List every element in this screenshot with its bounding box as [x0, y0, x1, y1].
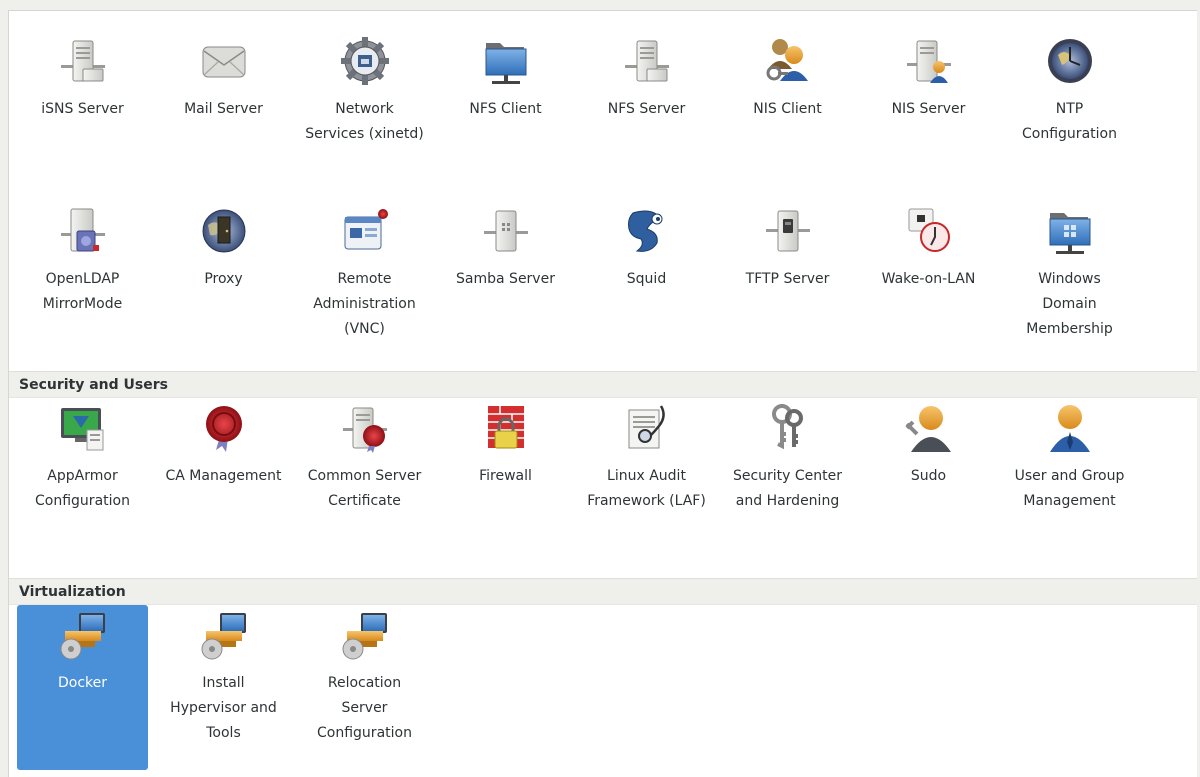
- module-user-group-management[interactable]: User and Group Management: [1004, 398, 1135, 578]
- module-grid-network-row2: OpenLDAP MirrorMode Proxy Remote Adminis…: [9, 191, 1197, 371]
- wake-on-lan-icon: [903, 205, 955, 257]
- module-label: Relocation Server Configuration: [317, 675, 412, 741]
- clock-globe-icon: [1044, 35, 1096, 87]
- section-title-security: Security and Users: [9, 371, 1197, 398]
- module-common-server-certificate[interactable]: Common Server Certificate: [299, 398, 430, 578]
- server-icon: [621, 35, 673, 87]
- module-apparmor-configuration[interactable]: AppArmor Configuration: [17, 398, 148, 578]
- module-linux-audit-framework[interactable]: Linux Audit Framework (LAF): [581, 398, 712, 578]
- module-proxy[interactable]: Proxy: [158, 201, 289, 371]
- install-computer-icon: [339, 609, 391, 661]
- users-keys-icon: [762, 35, 814, 87]
- section-security-and-users: Security and Users AppArmor Configuratio…: [9, 371, 1197, 578]
- squid-icon: [621, 205, 673, 257]
- module-grid-virtualization: Docker Install Hypervisor and Tools Relo…: [9, 605, 1197, 770]
- section-title-virtualization: Virtualization: [9, 578, 1197, 605]
- module-sudo[interactable]: Sudo: [863, 398, 994, 578]
- module-remote-administration-vnc[interactable]: Remote Administration (VNC): [299, 201, 430, 371]
- tftp-server-icon: [762, 205, 814, 257]
- module-label: TFTP Server: [745, 271, 830, 287]
- module-label: AppArmor Configuration: [35, 468, 130, 509]
- module-mail-server[interactable]: Mail Server: [158, 31, 289, 191]
- remote-window-icon: [339, 205, 391, 257]
- module-label: Common Server Certificate: [307, 468, 422, 509]
- module-label: Windows Domain Membership: [1026, 271, 1113, 337]
- module-label: Proxy: [204, 271, 243, 287]
- ldap-server-icon: [57, 205, 109, 257]
- module-wake-on-lan[interactable]: Wake-on-LAN: [863, 201, 994, 371]
- module-label: NFS Client: [469, 101, 542, 117]
- module-label: Network Services (xinetd): [305, 101, 424, 142]
- module-grid-security: AppArmor Configuration CA Management Com…: [9, 398, 1197, 578]
- module-ntp-configuration[interactable]: NTP Configuration: [1004, 31, 1135, 191]
- module-samba-server[interactable]: Samba Server: [440, 201, 571, 371]
- module-nfs-client[interactable]: NFS Client: [440, 31, 571, 191]
- install-computer-icon: [198, 609, 250, 661]
- module-openldap-mirrormode[interactable]: OpenLDAP MirrorMode: [17, 201, 148, 371]
- user-icon: [1044, 402, 1096, 454]
- module-isns-server[interactable]: iSNS Server: [17, 31, 148, 191]
- module-label: User and Group Management: [1014, 468, 1125, 509]
- module-label: CA Management: [165, 468, 282, 484]
- module-firewall[interactable]: Firewall: [440, 398, 571, 578]
- module-nis-server[interactable]: NIS Server: [863, 31, 994, 191]
- module-squid[interactable]: Squid: [581, 201, 712, 371]
- module-tftp-server[interactable]: TFTP Server: [722, 201, 853, 371]
- mail-envelope-icon: [198, 35, 250, 87]
- module-label: NIS Server: [891, 101, 966, 117]
- module-label: iSNS Server: [41, 101, 124, 117]
- server-certificate-icon: [339, 402, 391, 454]
- samba-server-icon: [480, 205, 532, 257]
- module-label: OpenLDAP MirrorMode: [42, 271, 123, 312]
- install-computer-icon: [57, 609, 109, 661]
- network-gear-icon: [339, 35, 391, 87]
- module-label: NFS Server: [607, 101, 686, 117]
- module-windows-domain-membership[interactable]: Windows Domain Membership: [1004, 201, 1135, 371]
- module-ca-management[interactable]: CA Management: [158, 398, 289, 578]
- module-relocation-server-configuration[interactable]: Relocation Server Configuration: [299, 605, 430, 770]
- windows-folder-icon: [1044, 205, 1096, 257]
- module-grid-network-row1: iSNS Server Mail Server Network Services…: [9, 11, 1197, 191]
- module-label: Mail Server: [184, 101, 263, 117]
- server-user-icon: [903, 35, 955, 87]
- module-install-hypervisor-tools[interactable]: Install Hypervisor and Tools: [158, 605, 289, 770]
- module-docker[interactable]: Docker: [17, 605, 148, 770]
- module-panel: iSNS Server Mail Server Network Services…: [8, 10, 1197, 777]
- sudo-user-icon: [903, 402, 955, 454]
- server-icon: [57, 35, 109, 87]
- module-label: Firewall: [479, 468, 532, 484]
- audit-stethoscope-icon: [621, 402, 673, 454]
- module-label: Sudo: [910, 468, 947, 484]
- network-folder-icon: [480, 35, 532, 87]
- module-label: Wake-on-LAN: [881, 271, 976, 287]
- module-label: Install Hypervisor and Tools: [170, 675, 277, 741]
- module-label: Samba Server: [456, 271, 555, 287]
- keys-icon: [762, 402, 814, 454]
- module-security-center-hardening[interactable]: Security Center and Hardening: [722, 398, 853, 578]
- module-nis-client[interactable]: NIS Client: [722, 31, 853, 191]
- module-nfs-server[interactable]: NFS Server: [581, 31, 712, 191]
- certificate-seal-icon: [198, 402, 250, 454]
- module-label: Security Center and Hardening: [732, 468, 843, 509]
- module-label: Docker: [57, 675, 108, 691]
- section-virtualization: Virtualization Docker Install Hypervisor…: [9, 578, 1197, 770]
- globe-door-icon: [198, 205, 250, 257]
- module-label: Squid: [626, 271, 667, 287]
- module-label: Linux Audit Framework (LAF): [587, 468, 706, 509]
- section-network-services: iSNS Server Mail Server Network Services…: [9, 11, 1197, 371]
- apparmor-monitor-icon: [57, 402, 109, 454]
- module-label: Remote Administration (VNC): [313, 271, 416, 337]
- module-network-services-xinetd[interactable]: Network Services (xinetd): [299, 31, 430, 191]
- firewall-lock-icon: [480, 402, 532, 454]
- module-label: NIS Client: [753, 101, 822, 117]
- module-label: NTP Configuration: [1022, 101, 1117, 142]
